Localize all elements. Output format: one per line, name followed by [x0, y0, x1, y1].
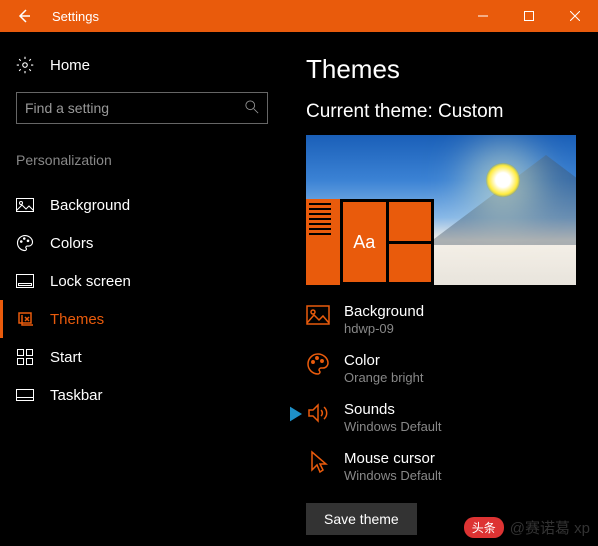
page-title: Themes — [306, 54, 582, 85]
minimize-button[interactable] — [460, 0, 506, 32]
search-icon — [245, 100, 259, 117]
window-controls — [460, 0, 598, 32]
preview-window: Aa — [306, 199, 434, 285]
close-button[interactable] — [552, 0, 598, 32]
nav-label: Taskbar — [50, 387, 103, 404]
pointer-arrow-icon — [290, 403, 302, 428]
nav-label: Lock screen — [50, 273, 131, 290]
option-label: Color — [344, 352, 424, 369]
option-value: Orange bright — [344, 370, 424, 385]
maximize-button[interactable] — [506, 0, 552, 32]
option-label: Sounds — [344, 401, 442, 418]
palette-icon — [16, 234, 34, 252]
category-label: Personalization — [16, 152, 290, 168]
watermark-text: @赛诺葛 xp — [510, 517, 590, 538]
search-input[interactable]: Find a setting — [16, 92, 268, 124]
option-label: Mouse cursor — [344, 450, 442, 467]
option-value: Windows Default — [344, 419, 442, 434]
titlebar: Settings — [0, 0, 598, 32]
theme-option-cursor[interactable]: Mouse cursor Windows Default — [306, 450, 582, 483]
option-label: Background — [344, 303, 424, 320]
gear-icon — [16, 56, 34, 74]
back-button[interactable] — [0, 0, 48, 32]
start-icon — [16, 348, 34, 366]
save-theme-button[interactable]: Save theme — [306, 503, 417, 535]
themes-icon — [16, 310, 34, 328]
lockscreen-icon — [16, 272, 34, 290]
content: Themes Current theme: Custom Aa Backgrou… — [290, 32, 598, 546]
nav-label: Background — [50, 197, 130, 214]
palette-icon — [306, 352, 330, 376]
theme-option-sounds[interactable]: Sounds Windows Default — [306, 401, 582, 434]
nav-label: Themes — [50, 311, 104, 328]
nav-label: Start — [50, 349, 82, 366]
theme-preview[interactable]: Aa — [306, 135, 576, 285]
sidebar-item-taskbar[interactable]: Taskbar — [16, 376, 290, 414]
sidebar: Home Find a setting Personalization Back… — [0, 32, 290, 546]
home-label: Home — [50, 57, 90, 74]
sidebar-item-themes[interactable]: Themes — [0, 300, 290, 338]
window-title: Settings — [48, 9, 99, 24]
theme-option-color[interactable]: Color Orange bright — [306, 352, 582, 385]
picture-icon — [16, 196, 34, 214]
nav-label: Colors — [50, 235, 93, 252]
cursor-icon — [306, 450, 330, 474]
taskbar-icon — [16, 386, 34, 404]
sidebar-item-colors[interactable]: Colors — [16, 224, 290, 262]
sidebar-item-lockscreen[interactable]: Lock screen — [16, 262, 290, 300]
option-value: hdwp-09 — [344, 321, 424, 336]
watermark-badge: 头条 — [464, 517, 504, 538]
speaker-icon — [306, 401, 330, 425]
preview-tile-aa: Aa — [343, 202, 386, 282]
watermark: 头条 @赛诺葛 xp — [464, 517, 590, 538]
search-placeholder: Find a setting — [25, 100, 245, 116]
home-button[interactable]: Home — [16, 48, 290, 92]
current-theme-label: Current theme: Custom — [306, 101, 582, 123]
sidebar-item-background[interactable]: Background — [16, 186, 290, 224]
theme-option-background[interactable]: Background hdwp-09 — [306, 303, 582, 336]
sidebar-item-start[interactable]: Start — [16, 338, 290, 376]
picture-icon — [306, 303, 330, 327]
option-value: Windows Default — [344, 468, 442, 483]
